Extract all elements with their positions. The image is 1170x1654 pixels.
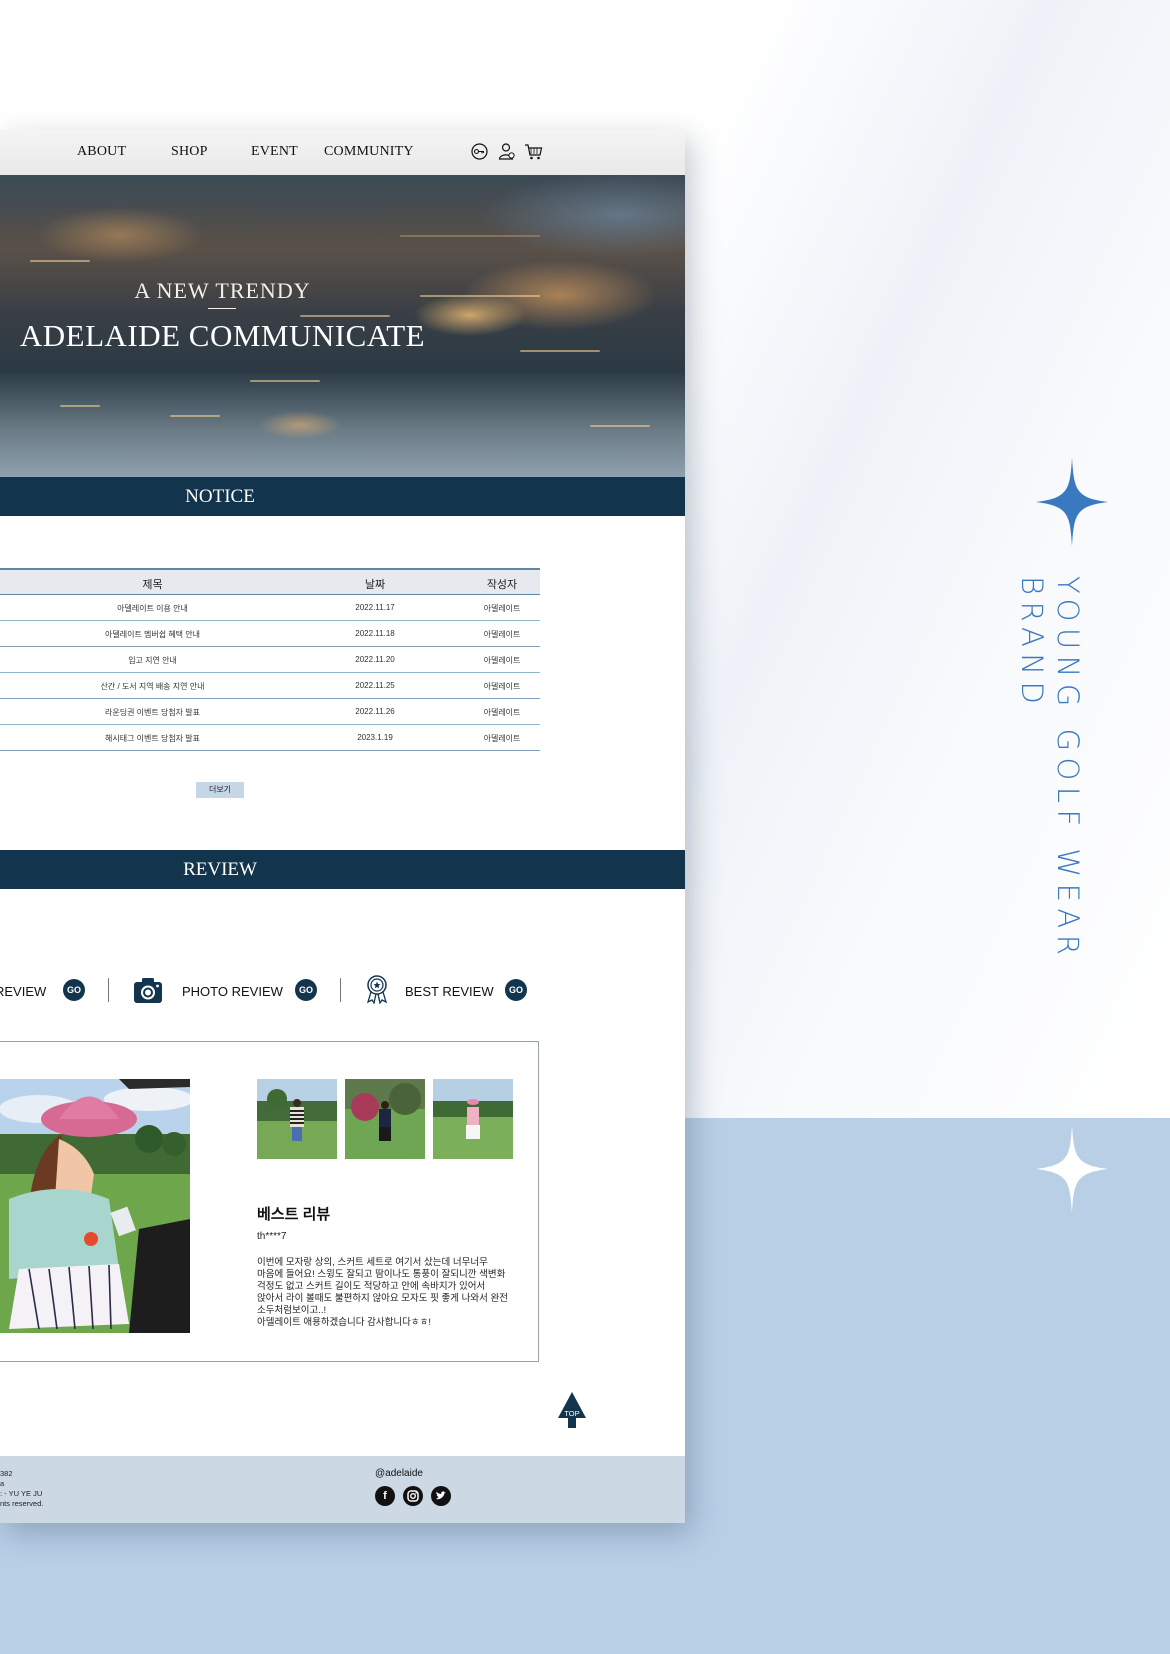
footer-handle: @adelaide: [375, 1468, 423, 1479]
table-row[interactable]: 라운딩권 이벤트 당첨자 발표 2022.11.26 아델레이트: [0, 699, 540, 725]
website-mockup: ABOUT SHOP EVENT COMMUNITY A NEW TRENDY …: [0, 130, 685, 1523]
row-author: 아델레이트: [483, 682, 521, 691]
row-author: 아델레이트: [483, 604, 521, 613]
tab-review[interactable]: REVIEW: [0, 977, 46, 1005]
scroll-top-button[interactable]: TOP: [558, 1392, 586, 1428]
row-author: 아델레이트: [483, 734, 521, 743]
row-date: 2022.11.17: [355, 603, 395, 612]
notice-table: 제목 날짜 작성자 아델레이트 이용 안내 2022.11.17 아델레이트 아…: [0, 568, 540, 751]
brand-tagline: YOUNG GOLF WEAR BRAND: [1015, 576, 1085, 962]
best-review-user: th****7: [257, 1231, 287, 1242]
photo-review-go-button[interactable]: GO: [295, 979, 317, 1001]
row-date: 2022.11.18: [355, 629, 395, 638]
nav-icon-group: [470, 142, 543, 161]
review-main-photo[interactable]: [0, 1079, 190, 1333]
table-row[interactable]: 아델레이트 이용 안내 2022.11.17 아델레이트: [0, 595, 540, 621]
row-author: 아델레이트: [483, 708, 521, 717]
review-thumbnail[interactable]: [345, 1079, 425, 1159]
key-icon[interactable]: [470, 142, 489, 161]
column-header-author: 작성자: [486, 579, 518, 591]
best-review-title: 베스트 리뷰: [257, 1206, 331, 1223]
footer-company-info: 382 a : - YU YE JU nts reserved.: [0, 1469, 44, 1508]
instagram-icon[interactable]: [403, 1486, 423, 1506]
row-title[interactable]: 해시태그 이벤트 당첨자 발표: [0, 733, 305, 744]
row-title[interactable]: 라운딩권 이벤트 당첨자 발표: [0, 707, 305, 718]
sparkle-star-icon: [1036, 1125, 1108, 1213]
nav-community[interactable]: COMMUNITY: [324, 144, 414, 160]
award-badge-icon: [364, 974, 390, 1005]
table-row[interactable]: 아델레이트 멤버쉽 혜택 안내 2022.11.18 아델레이트: [0, 621, 540, 647]
table-row[interactable]: 산간 / 도서 지역 배송 지연 안내 2022.11.25 아델레이트: [0, 673, 540, 699]
row-title[interactable]: 산간 / 도서 지역 배송 지연 안내: [0, 681, 305, 692]
tab-best-review-label: BEST REVIEW: [405, 983, 494, 999]
review-go-button[interactable]: GO: [63, 979, 85, 1001]
top-label: TOP: [564, 1409, 579, 1418]
user-icon[interactable]: [497, 142, 516, 161]
cart-icon[interactable]: [524, 142, 543, 161]
table-row[interactable]: 해시태그 이벤트 당첨자 발표 2023.1.19 아델레이트: [0, 725, 540, 751]
column-header-title: 제목: [142, 579, 163, 591]
row-author: 아델레이트: [483, 630, 521, 639]
row-author: 아델레이트: [483, 656, 521, 665]
review-heading: REVIEW: [183, 859, 257, 880]
row-title[interactable]: 아델레이트 이용 안내: [0, 603, 305, 614]
camera-icon: [133, 977, 163, 1004]
notice-heading: NOTICE: [185, 486, 255, 507]
table-header: 제목 날짜 작성자: [0, 568, 540, 595]
tab-photo-review[interactable]: PHOTO REVIEW: [182, 977, 283, 1005]
column-header-date: 날짜: [364, 579, 386, 591]
footer: 382 a : - YU YE JU nts reserved. @adelai…: [0, 1456, 685, 1523]
hero-banner: A NEW TRENDY ADELAIDE COMMUNICATE: [0, 175, 685, 477]
hero-subtitle: A NEW TRENDY: [134, 278, 311, 303]
tab-photo-review-label: PHOTO REVIEW: [182, 983, 283, 999]
nav-event[interactable]: EVENT: [251, 144, 298, 160]
row-date: 2022.11.26: [355, 707, 395, 716]
row-date: 2022.11.25: [355, 681, 395, 690]
row-title[interactable]: 입고 지연 안내: [0, 655, 305, 666]
nav-shop[interactable]: SHOP: [171, 144, 208, 160]
nav-about[interactable]: ABOUT: [77, 144, 126, 160]
row-date: 2023.1.19: [357, 733, 393, 742]
table-body: 아델레이트 이용 안내 2022.11.17 아델레이트 아델레이트 멤버쉽 혜…: [0, 595, 540, 751]
more-button[interactable]: 더보기: [196, 782, 244, 798]
facebook-icon[interactable]: f: [375, 1486, 395, 1506]
notice-heading-band: NOTICE: [0, 477, 685, 516]
row-date: 2022.11.20: [355, 655, 395, 664]
hero-divider: [208, 308, 236, 309]
tab-divider: [340, 978, 341, 1002]
twitter-icon[interactable]: [431, 1486, 451, 1506]
table-row[interactable]: 입고 지연 안내 2022.11.20 아델레이트: [0, 647, 540, 673]
review-heading-band: REVIEW: [0, 850, 685, 889]
tab-review-label: REVIEW: [0, 983, 47, 999]
best-review-card: 베스트 리뷰 th****7 이번에 모자랑 상의, 스커트 세트로 여기서 샀…: [0, 1041, 539, 1362]
row-title[interactable]: 아델레이트 멤버쉽 혜택 안내: [0, 629, 305, 640]
hero-title: ADELAIDE COMMUNICATE: [19, 318, 426, 353]
sparkle-star-icon: [1036, 458, 1108, 546]
review-thumbnail[interactable]: [433, 1079, 513, 1159]
tab-best-review[interactable]: BEST REVIEW: [405, 977, 494, 1005]
tab-divider: [108, 978, 109, 1002]
best-review-body: 이번에 모자랑 상의, 스커트 세트로 여기서 샀는데 너무너무 마음에 들어요…: [257, 1257, 508, 1328]
review-thumbnail[interactable]: [257, 1079, 337, 1159]
top-nav: ABOUT SHOP EVENT COMMUNITY: [0, 130, 685, 175]
best-review-go-button[interactable]: GO: [505, 979, 527, 1001]
